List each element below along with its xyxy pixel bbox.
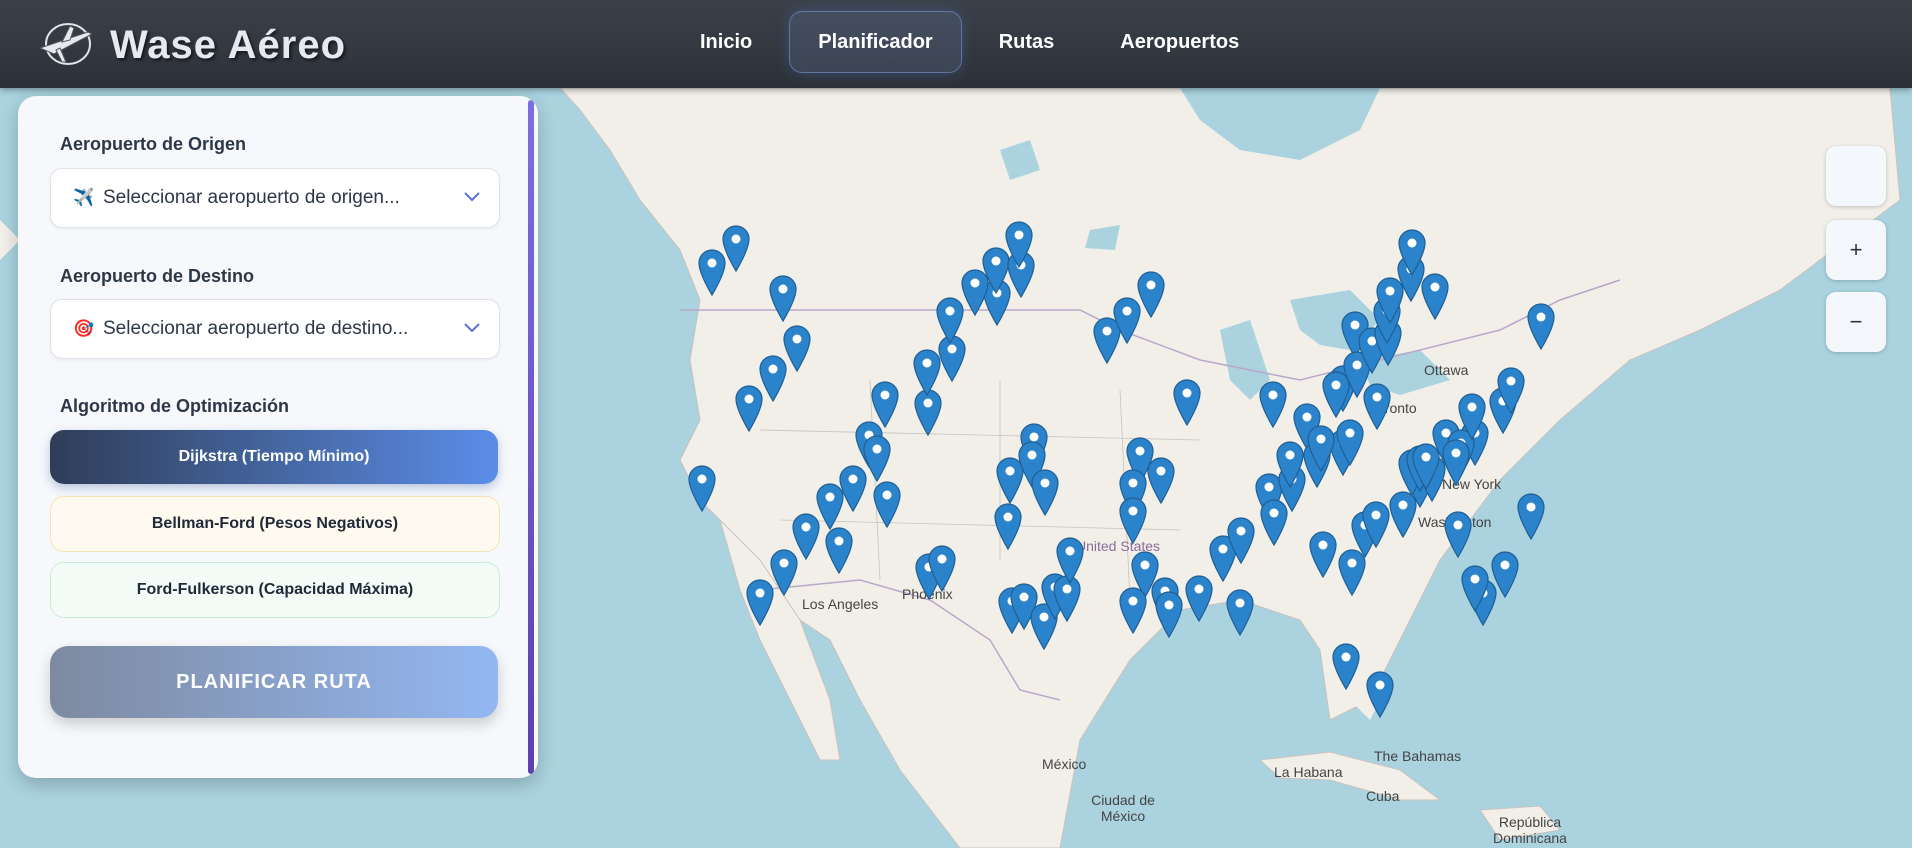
airport-marker-icon[interactable]	[1118, 496, 1148, 545]
airport-marker-icon[interactable]	[862, 434, 892, 483]
airport-marker-icon[interactable]	[1397, 228, 1427, 277]
airport-marker-icon[interactable]	[1457, 392, 1487, 441]
airport-marker-icon[interactable]	[870, 380, 900, 429]
app-header: Wase Aéreo Inicio Planificador Rutas Aer…	[0, 0, 1912, 88]
airport-marker-icon[interactable]	[1443, 510, 1473, 559]
airport-marker-icon[interactable]	[1172, 378, 1202, 427]
planner-panel: Aeropuerto de Origen ✈️ Seleccionar aero…	[18, 96, 538, 778]
map-layer-button[interactable]	[1826, 146, 1886, 206]
airport-marker-icon[interactable]	[993, 502, 1023, 551]
airport-marker-icon[interactable]	[734, 384, 764, 433]
airport-marker-icon[interactable]	[1365, 670, 1395, 719]
airport-marker-icon[interactable]	[1258, 380, 1288, 429]
zoom-in-button[interactable]: +	[1826, 220, 1886, 280]
nav-inicio[interactable]: Inicio	[672, 12, 780, 72]
target-icon: 🎯	[73, 319, 95, 338]
airport-marker-icon[interactable]	[1226, 516, 1256, 565]
airport-marker-icon[interactable]	[1136, 270, 1166, 319]
airport-marker-icon[interactable]	[1118, 586, 1148, 635]
destination-select[interactable]: 🎯 Seleccionar aeropuerto de destino...	[50, 299, 500, 359]
airport-marker-icon[interactable]	[1420, 272, 1450, 321]
nav-aeropuertos[interactable]: Aeropuertos	[1092, 12, 1267, 72]
panel-scrollbar[interactable]	[528, 100, 534, 774]
origin-select[interactable]: ✈️ Seleccionar aeropuerto de origen...	[50, 168, 500, 228]
airport-marker-icon[interactable]	[1411, 442, 1441, 491]
airport-marker-icon[interactable]	[927, 544, 957, 593]
airport-marker-icon[interactable]	[1146, 456, 1176, 505]
algo-bellman-ford-button[interactable]: Bellman-Ford (Pesos Negativos)	[50, 496, 500, 552]
chevron-down-icon	[463, 320, 481, 339]
airport-marker-icon[interactable]	[872, 480, 902, 529]
origin-label: Aeropuerto de Origen	[60, 134, 247, 154]
chevron-down-icon	[463, 189, 481, 208]
airport-marker-icon[interactable]	[1154, 590, 1184, 639]
airport-marker-icon[interactable]	[1055, 536, 1085, 585]
airport-marker-icon[interactable]	[768, 274, 798, 323]
airplane-icon: ✈️	[73, 188, 95, 207]
airport-marker-icon[interactable]	[687, 464, 717, 513]
airport-marker-icon[interactable]	[1225, 588, 1255, 637]
airport-marker-icon[interactable]	[1308, 530, 1338, 579]
zoom-out-button[interactable]: −	[1826, 292, 1886, 352]
airport-marker-icon[interactable]	[1335, 418, 1365, 467]
nav-planificador[interactable]: Planificador	[790, 12, 961, 72]
airport-marker-icon[interactable]	[1496, 366, 1526, 415]
algo-ford-fulkerson-button[interactable]: Ford-Fulkerson (Capacidad Máxima)	[50, 562, 500, 618]
airport-marker-icon[interactable]	[1306, 424, 1336, 473]
airport-marker-icon[interactable]	[721, 224, 751, 273]
destination-placeholder: Seleccionar aeropuerto de destino...	[103, 318, 409, 339]
nav-rutas[interactable]: Rutas	[971, 12, 1083, 72]
plan-route-button[interactable]: PLANIFICAR RUTA	[50, 646, 498, 718]
airport-marker-icon[interactable]	[1337, 548, 1367, 597]
airport-marker-icon[interactable]	[1004, 220, 1034, 269]
algo-dijkstra-button[interactable]: Dijkstra (Tiempo Mínimo)	[50, 430, 498, 484]
airport-marker-icon[interactable]	[1361, 500, 1391, 549]
airport-marker-icon[interactable]	[1526, 302, 1556, 351]
origin-placeholder: Seleccionar aeropuerto de origen...	[103, 187, 400, 208]
airplane-logo-icon	[34, 18, 96, 73]
algorithm-label: Algoritmo de Optimización	[60, 396, 290, 416]
destination-label: Aeropuerto de Destino	[60, 266, 255, 286]
airport-marker-icon[interactable]	[824, 526, 854, 575]
airport-marker-icon[interactable]	[1460, 564, 1490, 613]
airport-marker-icon[interactable]	[1441, 438, 1471, 487]
app-title: Wase Aéreo	[110, 23, 347, 67]
airport-marker-icon[interactable]	[1516, 492, 1546, 541]
airport-marker-icon[interactable]	[1490, 550, 1520, 599]
airport-marker-icon[interactable]	[1362, 382, 1392, 431]
brand[interactable]: Wase Aéreo	[34, 18, 346, 73]
main-nav: Inicio Planificador Rutas Aeropuertos	[672, 12, 1267, 72]
airport-marker-icon[interactable]	[1030, 468, 1060, 517]
airport-marker-icon[interactable]	[1375, 276, 1405, 325]
airport-marker-icon[interactable]	[1331, 642, 1361, 691]
